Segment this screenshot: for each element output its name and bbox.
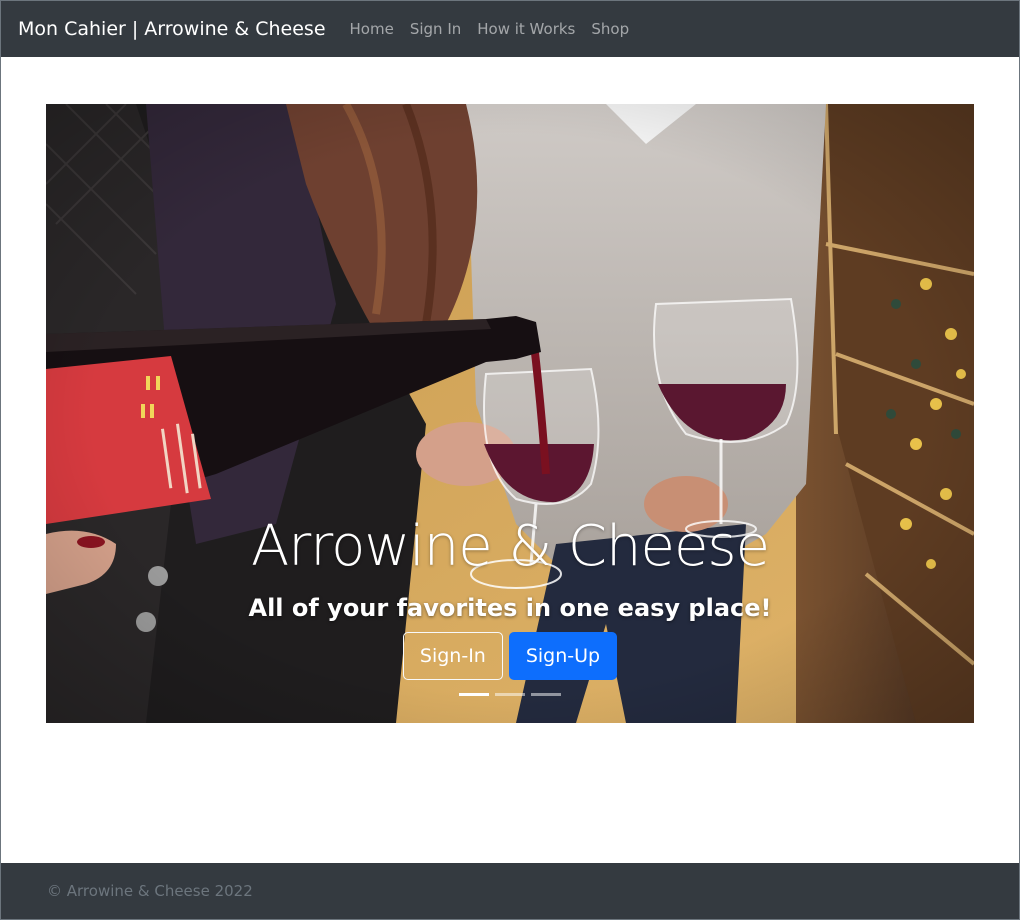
sign-up-button[interactable]: Sign-Up	[508, 632, 618, 680]
carousel-indicator-3[interactable]	[531, 693, 561, 696]
hero-button-row: Sign-In Sign-Up	[46, 632, 974, 680]
hero-subtitle: All of your favorites in one easy place!	[248, 594, 772, 622]
nav-link-how-it-works[interactable]: How it Works	[477, 20, 575, 38]
hero-title: Arrowine & Cheese	[250, 514, 770, 579]
carousel-indicator-1[interactable]	[459, 693, 489, 696]
sign-in-button[interactable]: Sign-In	[402, 632, 503, 680]
footer-copyright: © Arrowine & Cheese 2022	[47, 882, 253, 900]
carousel-indicators	[46, 693, 974, 696]
top-navbar: Mon Cahier | Arrowine & Cheese Home Sign…	[1, 1, 1019, 57]
page-footer: © Arrowine & Cheese 2022	[1, 863, 1019, 919]
hero-carousel[interactable]: Arrowine & Cheese All of your favorites …	[46, 104, 974, 723]
navbar-brand[interactable]: Mon Cahier | Arrowine & Cheese	[18, 18, 326, 40]
nav-link-shop[interactable]: Shop	[591, 20, 629, 38]
nav-link-sign-in[interactable]: Sign In	[410, 20, 461, 38]
carousel-caption: Arrowine & Cheese All of your favorites …	[46, 514, 974, 680]
nav-link-home[interactable]: Home	[350, 20, 394, 38]
carousel-indicator-2[interactable]	[495, 693, 525, 696]
